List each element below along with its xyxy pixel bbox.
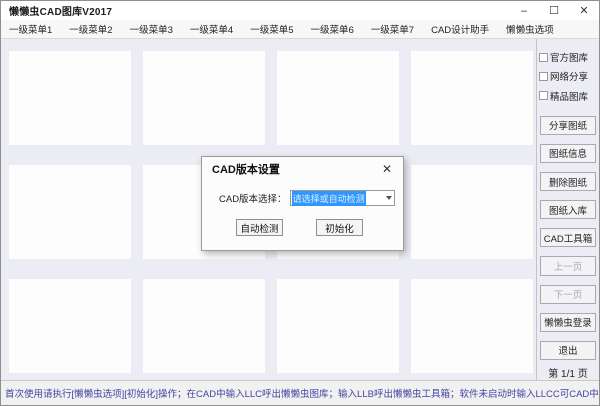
cad-version-selected-value: 请选择或自动检测 [292, 191, 366, 206]
chevron-down-icon[interactable] [386, 196, 392, 200]
dialog-buttons: 自动检测 初始化 [202, 219, 403, 236]
thumbnail-cell [277, 279, 399, 373]
menu-item-5[interactable]: 一级菜单5 [250, 22, 293, 36]
thumbnail-cell [9, 165, 131, 259]
thumbnail-cell [9, 279, 131, 373]
auto-detect-button[interactable]: 自动检测 [236, 219, 283, 236]
share-drawing-button[interactable]: 分享图纸 [540, 116, 596, 135]
checkbox-icon[interactable] [539, 53, 548, 62]
menu-item-cad-assistant[interactable]: CAD设计助手 [431, 22, 489, 36]
cad-version-select[interactable]: 请选择或自动检测 [290, 190, 395, 206]
thumbnail-cell [411, 279, 533, 373]
prev-page-button: 上一页 [540, 256, 596, 275]
cad-toolbox-button[interactable]: CAD工具箱 [540, 228, 596, 247]
page-indicator: 第 1/1 页 [548, 365, 587, 380]
checkbox-label: 网络分享 [550, 69, 588, 83]
thumbnail-cell [411, 165, 533, 259]
checkbox-label: 精品图库 [550, 89, 588, 103]
dialog-title-bar: CAD版本设置 ✕ [202, 157, 403, 181]
checkbox-icon[interactable] [539, 91, 548, 100]
delete-drawing-button[interactable]: 删除图纸 [540, 172, 596, 191]
menu-item-2[interactable]: 一级菜单2 [69, 22, 112, 36]
checkbox-official-library[interactable]: 官方图库 [537, 49, 588, 65]
window-title: 懒懒虫CAD图库V2017 [1, 3, 112, 18]
title-bar: 懒懒虫CAD图库V2017 – ☐ ✕ [1, 1, 599, 20]
thumbnail-cell [143, 51, 265, 145]
menu-item-4[interactable]: 一级菜单4 [190, 22, 233, 36]
checkbox-network-share[interactable]: 网络分享 [537, 68, 588, 84]
dialog-title: CAD版本设置 [212, 161, 280, 177]
exit-button[interactable]: 退出 [540, 341, 596, 360]
menu-item-6[interactable]: 一级菜单6 [310, 22, 353, 36]
close-icon[interactable]: ✕ [569, 1, 599, 20]
checkbox-icon[interactable] [539, 72, 548, 81]
menu-bar: 一级菜单1 一级菜单2 一级菜单3 一级菜单4 一级菜单5 一级菜单6 一级菜单… [1, 20, 599, 39]
status-text: 首次使用请执行[懒懒虫选项][初始化]操作；在CAD中输入LLC呼出懒懒虫图库；… [5, 386, 599, 400]
cad-version-dialog: CAD版本设置 ✕ CAD版本选择： 请选择或自动检测 自动检测 初始化 [201, 156, 404, 251]
menu-item-1[interactable]: 一级菜单1 [9, 22, 52, 36]
login-button[interactable]: 懒懒虫登录 [540, 313, 596, 332]
checkbox-label: 官方图库 [550, 50, 588, 64]
thumbnail-cell [9, 51, 131, 145]
drawing-info-button[interactable]: 图纸信息 [540, 144, 596, 163]
minimize-icon[interactable]: – [509, 1, 539, 20]
dialog-close-icon[interactable]: ✕ [379, 162, 395, 176]
import-drawing-button[interactable]: 图纸入库 [540, 200, 596, 219]
window-controls: – ☐ ✕ [509, 1, 599, 20]
sidebar: 官方图库 网络分享 精品图库 分享图纸 图纸信息 删除图纸 图纸入库 CAD工具… [537, 39, 599, 380]
version-select-label: CAD版本选择： [219, 191, 287, 205]
version-select-row: CAD版本选择： 请选择或自动检测 [202, 190, 403, 206]
initialize-button[interactable]: 初始化 [316, 219, 363, 236]
maximize-icon[interactable]: ☐ [539, 1, 569, 20]
menu-item-options[interactable]: 懒懒虫选项 [506, 22, 554, 36]
menu-item-7[interactable]: 一级菜单7 [371, 22, 414, 36]
next-page-button: 下一页 [540, 285, 596, 304]
status-bar: 首次使用请执行[懒懒虫选项][初始化]操作；在CAD中输入LLC呼出懒懒虫图库；… [1, 380, 599, 405]
thumbnail-cell [411, 51, 533, 145]
app-window: 懒懒虫CAD图库V2017 – ☐ ✕ 一级菜单1 一级菜单2 一级菜单3 一级… [0, 0, 600, 406]
menu-item-3[interactable]: 一级菜单3 [130, 22, 173, 36]
checkbox-premium-library[interactable]: 精品图库 [537, 87, 588, 103]
thumbnail-cell [277, 51, 399, 145]
thumbnail-cell [143, 279, 265, 373]
